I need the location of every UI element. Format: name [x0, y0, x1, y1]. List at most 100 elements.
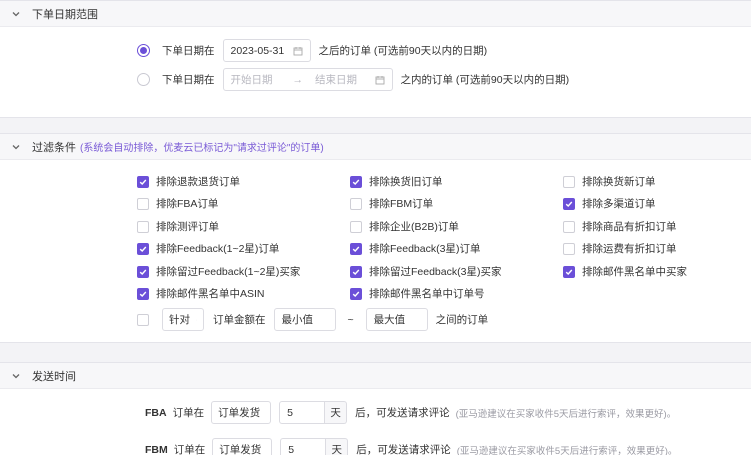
amount-suffix: 之间的订单	[435, 314, 489, 326]
calendar-icon	[293, 46, 302, 55]
filter-option-label: 排除留过Feedback(3星)买家	[369, 266, 502, 278]
send-days-input[interactable]: 5	[280, 438, 327, 455]
filter-option[interactable]: 排除换货旧订单	[350, 174, 443, 189]
filter-checkbox[interactable]	[350, 265, 362, 278]
filter-option[interactable]: 排除退款退货订单	[137, 174, 240, 189]
filter-option[interactable]: 排除运费有折扣订单	[563, 241, 677, 256]
days-unit: 天	[325, 401, 348, 424]
send-days-value: 5	[287, 406, 293, 419]
send-hint: (亚马逊建议在买家收件5天后进行索评，效果更好)。	[455, 408, 677, 420]
filter-option[interactable]: 排除多渠道订单	[563, 196, 656, 211]
filter-option-label: 排除运费有折扣订单	[582, 243, 677, 255]
filter-option-label: 排除Feedback(1~2星)订单	[156, 243, 280, 255]
channel-label: FBA	[145, 406, 167, 419]
chevron-down-icon[interactable]	[10, 370, 22, 382]
send-days-value: 5	[288, 443, 295, 455]
amount-filter-row: 针对 订单金额在 最小值 ~ 最大值 之间的订单	[137, 308, 488, 331]
option2-prefix: 下单日期在	[162, 74, 215, 86]
send-trigger-value: 订单发货	[218, 407, 261, 419]
start-date-placeholder: 开始日期	[230, 74, 273, 86]
channel-label: FBM	[145, 443, 168, 455]
filter-checkbox[interactable]	[137, 197, 149, 210]
filter-checkbox[interactable]	[350, 242, 362, 255]
filter-checkbox[interactable]	[137, 175, 149, 188]
filter-checkbox[interactable]	[350, 175, 362, 188]
filter-option-label: 排除留过Feedback(1~2星)买家	[156, 266, 301, 278]
filter-checkbox[interactable]	[350, 197, 362, 210]
amount-filter-checkbox[interactable]	[137, 313, 149, 326]
filter-option[interactable]: 排除邮件黑名单中订单号	[350, 286, 485, 301]
send-prefix: 订单在	[172, 407, 205, 419]
filter-checkbox[interactable]	[137, 287, 149, 300]
filter-checkbox[interactable]	[563, 265, 575, 278]
filter-checkbox[interactable]	[350, 220, 362, 233]
filter-option[interactable]: 排除Feedback(3星)订单	[350, 241, 480, 256]
filter-checkbox[interactable]	[563, 175, 575, 188]
amount-tilde: ~	[347, 313, 354, 326]
filter-checkbox[interactable]	[563, 242, 575, 255]
amount-scope-value: 针对	[169, 314, 190, 326]
after-date-input[interactable]: 2023-05-31	[222, 39, 311, 62]
date-range-input[interactable]: 开始日期 → 结束日期	[222, 68, 393, 91]
days-unit: 天	[326, 438, 349, 455]
filter-checkbox[interactable]	[137, 265, 149, 278]
filters-title: 过滤条件	[32, 141, 76, 154]
filter-option-label: 排除FBM订单	[369, 198, 434, 210]
send-after-text: 后，可发送请求评论	[355, 407, 450, 419]
amount-max-placeholder: 最大值	[373, 314, 406, 326]
filters-note: (系统会自动排除，优麦云已标记为"请求过评论"的订单)	[80, 143, 324, 154]
filter-option[interactable]: 排除留过Feedback(1~2星)买家	[137, 264, 300, 279]
filter-checkbox[interactable]	[563, 197, 575, 210]
filter-checkbox[interactable]	[563, 220, 575, 233]
filter-option[interactable]: 排除测评订单	[137, 219, 219, 234]
radio-after-date[interactable]	[137, 44, 150, 57]
send-days-input[interactable]: 5	[279, 401, 326, 424]
filter-option[interactable]: 排除企业(B2B)订单	[350, 219, 459, 234]
amount-min-input[interactable]: 最小值	[273, 308, 336, 331]
filter-option[interactable]: 排除商品有折扣订单	[563, 219, 677, 234]
filter-checkbox[interactable]	[137, 220, 149, 233]
calendar-icon	[375, 75, 384, 84]
send-time-header[interactable]: 发送时间	[0, 363, 751, 389]
amount-min-placeholder: 最小值	[281, 314, 314, 326]
send-trigger-select[interactable]: 订单发货	[212, 438, 273, 455]
end-date-placeholder: 结束日期	[315, 74, 357, 86]
chevron-down-icon[interactable]	[10, 141, 22, 153]
filter-option-label: 排除企业(B2B)订单	[369, 221, 459, 233]
filter-option-label: 排除邮件黑名单中买家	[582, 266, 687, 278]
filter-option-label: 排除测评订单	[156, 221, 219, 233]
filter-option-label: 排除商品有折扣订单	[582, 221, 677, 233]
send-after-text: 后，可发送请求评论	[356, 444, 451, 455]
filter-option-label: 排除邮件黑名单中订单号	[369, 288, 485, 300]
amount-max-input[interactable]: 最大值	[365, 308, 428, 331]
date-option-range: 下单日期在 开始日期 → 结束日期 之内的订单 (可选前90天以内的日期)	[137, 68, 569, 91]
filters-header[interactable]: 过滤条件 (系统会自动排除，优麦云已标记为"请求过评论"的订单)	[0, 134, 751, 160]
filter-option[interactable]: 排除换货新订单	[563, 174, 656, 189]
order-date-panel: 下单日期范围 下单日期在 2023-05-31 之后的订单 (可选前90天以内的…	[0, 0, 751, 118]
chevron-down-icon[interactable]	[10, 8, 22, 20]
send-trigger-select[interactable]: 订单发货	[211, 401, 272, 424]
filter-option[interactable]: 排除Feedback(1~2星)订单	[137, 241, 279, 256]
filter-option[interactable]: 排除留过Feedback(3星)买家	[350, 264, 501, 279]
filter-checkbox[interactable]	[137, 242, 149, 255]
amount-scope-select[interactable]: 针对	[162, 308, 204, 331]
send-row-fba: FBA 订单在 订单发货 5 天 后，可发送请求评论 (亚马逊建议在买家收件5天…	[145, 401, 676, 424]
option1-suffix: 之后的订单 (可选前90天以内的日期)	[318, 45, 488, 57]
filter-option-label: 排除换货新订单	[582, 176, 656, 188]
amount-middle-text: 订单金额在	[213, 314, 266, 326]
option2-suffix: 之内的订单 (可选前90天以内的日期)	[400, 74, 570, 86]
date-option-after: 下单日期在 2023-05-31 之后的订单 (可选前90天以内的日期)	[137, 39, 487, 62]
filter-option[interactable]: 排除FBA订单	[137, 196, 218, 211]
filter-checkbox[interactable]	[350, 287, 362, 300]
filter-option-label: 排除退款退货订单	[156, 176, 240, 188]
radio-date-range[interactable]	[137, 73, 150, 86]
filter-option-label: 排除FBA订单	[156, 198, 219, 210]
chevron-down-icon	[196, 319, 197, 320]
send-prefix: 订单在	[173, 444, 206, 455]
send-hint: (亚马逊建议在买家收件5天后进行索评，效果更好)。	[456, 445, 678, 455]
order-date-title: 下单日期范围	[32, 8, 98, 21]
order-date-header[interactable]: 下单日期范围	[0, 1, 751, 27]
filter-option[interactable]: 排除邮件黑名单中买家	[563, 264, 687, 279]
filter-option[interactable]: 排除FBM订单	[350, 196, 433, 211]
filter-option[interactable]: 排除邮件黑名单中ASIN	[137, 286, 265, 301]
